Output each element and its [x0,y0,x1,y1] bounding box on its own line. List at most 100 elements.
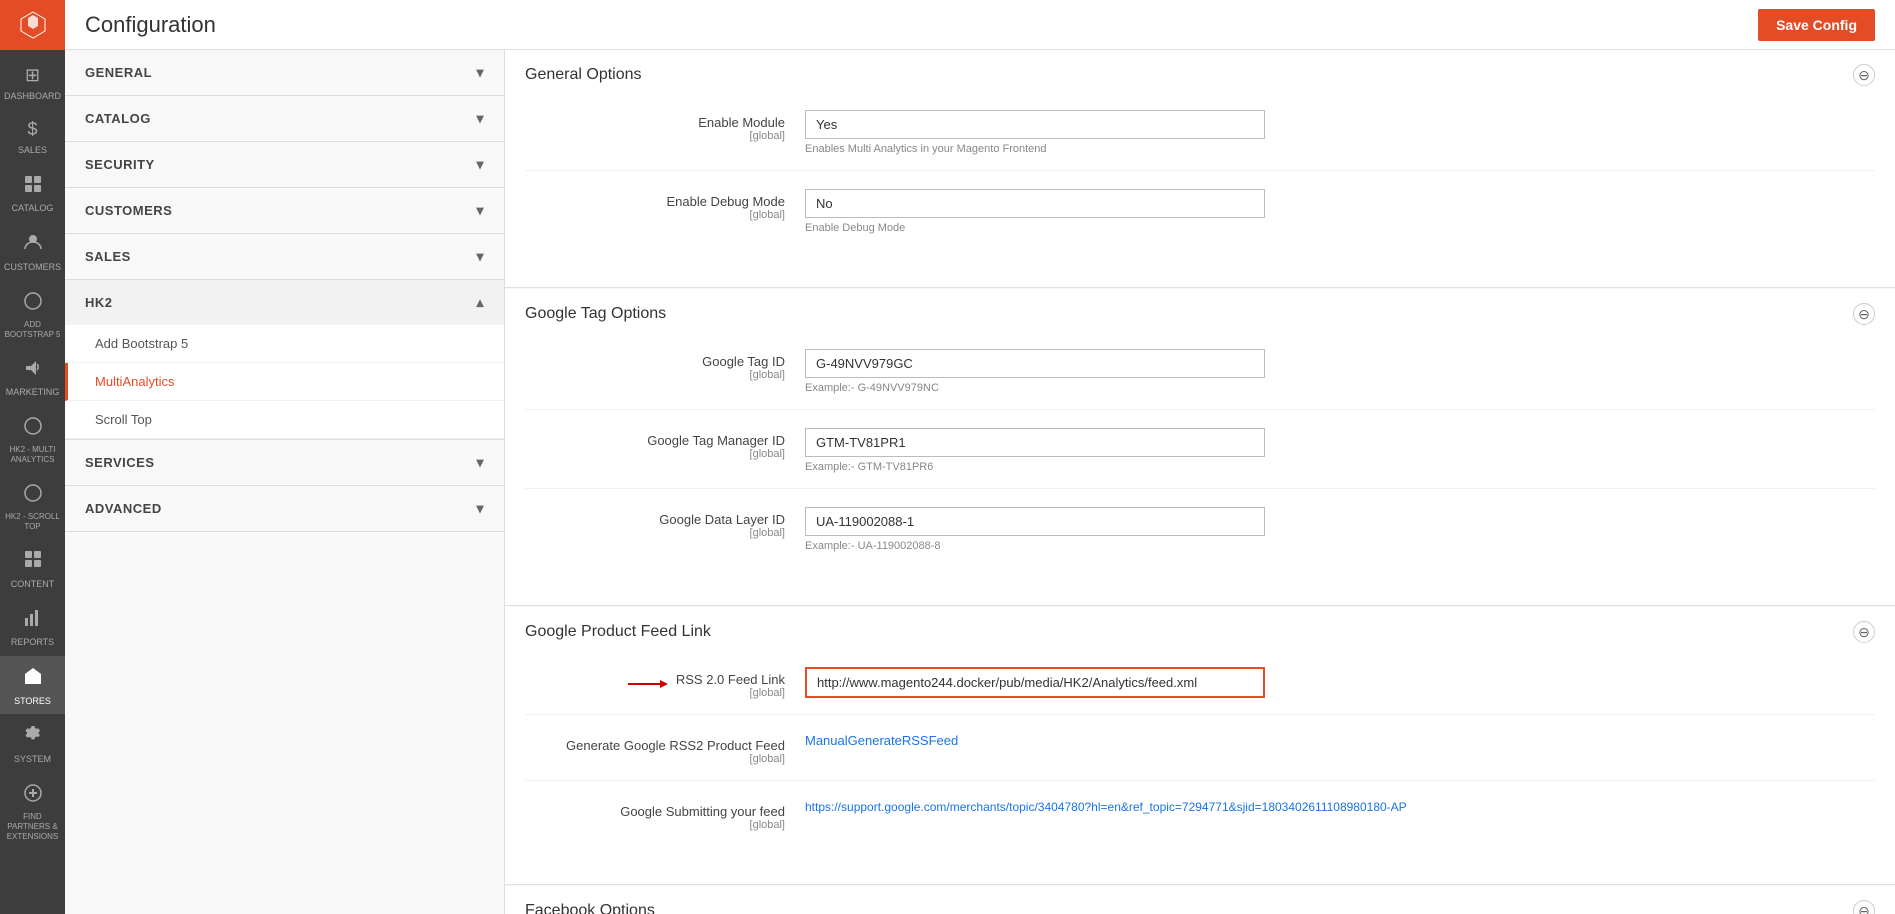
system-icon [23,724,43,750]
hint-google-tag-manager-id: Example:- GTM-TV81PR6 [805,461,1875,473]
sidebar-item-customers[interactable]: CUSTOMERS [0,222,65,280]
sidebar-item-reports[interactable]: REPORTS [0,598,65,656]
sidebar-label-marketing: MARKETING [6,387,60,398]
sidebar-label-reports: REPORTS [11,637,54,648]
accordion-header-customers[interactable]: CUSTOMERS ▾ [65,188,504,233]
save-config-button[interactable]: Save Config [1758,9,1875,41]
section-body-general-options: Enable Module [global] Yes No Enables Mu… [505,100,1895,287]
section-header-facebook-options: Facebook Options ⊖ [505,886,1895,914]
label-google-submitting-feed: Google Submitting your feed [620,804,785,819]
section-title-general-options: General Options [525,66,642,84]
accordion-label-services: SERVICES [85,455,155,470]
collapse-btn-product-feed[interactable]: ⊖ [1853,621,1875,643]
sublabel-generate-rss2: [global] [525,753,785,765]
sidebar-item-dashboard[interactable]: ⊞ DASHBOARD [0,55,65,109]
sidebar-item-find-partners[interactable]: FIND PARTNERS & EXTENSIONS [0,773,65,849]
main-wrapper: Configuration Save Config GENERAL ▾ CATA… [65,0,1895,914]
input-google-tag-manager-id[interactable] [805,428,1265,457]
section-title-facebook-options: Facebook Options [525,902,655,914]
input-google-tag-id[interactable] [805,349,1265,378]
sublabel-enable-module: [global] [525,130,785,142]
stores-icon [23,666,43,692]
accordion-item-hk2: HK2 ▴ Add Bootstrap 5 MultiAnalytics Scr… [65,280,504,440]
sidebar-label-hk2-multi: HK2 - MULTI ANALYTICS [4,445,61,464]
reports-icon [23,608,43,634]
link-google-submitting-feed[interactable]: https://support.google.com/merchants/top… [805,800,1407,814]
accordion-header-general[interactable]: GENERAL ▾ [65,50,504,95]
sidebar-label-add-bootstrap5: ADD BOOTSTRAP 5 [4,320,61,339]
sub-item-multianalytics[interactable]: MultiAnalytics [65,363,504,401]
top-header: Configuration Save Config [65,0,1895,50]
sublabel-google-data-layer-id: [global] [525,527,785,539]
sidebar-label-customers: CUSTOMERS [4,262,61,273]
accordion-header-hk2[interactable]: HK2 ▴ [65,280,504,325]
config-section-general-options: General Options ⊖ Enable Module [global] [505,50,1895,288]
accordion-label-hk2: HK2 [85,295,113,310]
left-panel: GENERAL ▾ CATALOG ▾ SECURITY ▾ CUSTOMERS [65,50,505,914]
section-header-google-tag: Google Tag Options ⊖ [505,289,1895,339]
sidebar-item-stores[interactable]: STORES [0,656,65,714]
accordion-arrow-sales: ▾ [476,248,484,265]
accordion-arrow-security: ▾ [476,156,484,173]
accordion-header-security[interactable]: SECURITY ▾ [65,142,504,187]
accordion-label-customers: CUSTOMERS [85,203,172,218]
right-panel: General Options ⊖ Enable Module [global] [505,50,1895,914]
hint-enable-debug-mode: Enable Debug Mode [805,222,1875,234]
section-header-general-options: General Options ⊖ [505,50,1895,100]
select-enable-debug-mode[interactable]: No Yes [805,189,1265,218]
customers-icon [23,232,43,258]
sub-item-add-bootstrap5[interactable]: Add Bootstrap 5 [65,325,504,363]
collapse-btn-google-tag[interactable]: ⊖ [1853,303,1875,325]
collapse-btn-general-options[interactable]: ⊖ [1853,64,1875,86]
accordion-label-general: GENERAL [85,65,152,80]
input-rss-feed-link[interactable] [805,667,1265,698]
sublabel-google-tag-manager-id: [global] [525,448,785,460]
accordion-item-security: SECURITY ▾ [65,142,504,188]
hint-google-data-layer-id: Example:- UA-119002088-8 [805,540,1875,552]
config-section-google-tag: Google Tag Options ⊖ Google Tag ID [glob… [505,289,1895,606]
sales-icon: $ [27,119,37,141]
sidebar-label-content: CONTENT [11,579,55,590]
accordion-header-sales[interactable]: SALES ▾ [65,234,504,279]
sidebar-item-hk2-scroll[interactable]: HK2 - SCROLL TOP [0,473,65,540]
sidebar-label-system: SYSTEM [14,754,51,765]
marketing-icon [23,357,43,383]
find-partners-icon [23,783,43,809]
sidebar-item-marketing[interactable]: MARKETING [0,347,65,405]
sublabel-google-submitting-feed: [global] [525,819,785,831]
sub-item-scroll-top[interactable]: Scroll Top [65,401,504,439]
form-row-google-tag-id: Google Tag ID [global] Example:- G-49NVV… [525,349,1875,410]
accordion-header-services[interactable]: SERVICES ▾ [65,440,504,485]
content-area: GENERAL ▾ CATALOG ▾ SECURITY ▾ CUSTOMERS [65,50,1895,914]
sidebar-label-sales: SALES [18,145,47,156]
sidebar-label-catalog: CATALOG [12,203,54,214]
link-generate-rss2[interactable]: ManualGenerateRSSFeed [805,733,958,748]
sidebar-item-content[interactable]: CONTENT [0,539,65,597]
label-google-data-layer-id: Google Data Layer ID [659,512,785,527]
page-title: Configuration [85,12,216,38]
sidebar-item-add-bootstrap5[interactable]: ADD BOOTSTRAP 5 [0,281,65,348]
accordion-arrow-services: ▾ [476,454,484,471]
sidebar-item-catalog[interactable]: CATALOG [0,164,65,222]
label-google-tag-manager-id: Google Tag Manager ID [647,433,785,448]
accordion-label-advanced: ADVANCED [85,501,162,516]
sidebar-item-hk2-multi[interactable]: HK2 - MULTI ANALYTICS [0,406,65,473]
accordion-header-catalog[interactable]: CATALOG ▾ [65,96,504,141]
accordion-arrow-general: ▾ [476,64,484,81]
sidebar-item-sales[interactable]: $ SALES [0,109,65,163]
accordion-arrow-catalog: ▾ [476,110,484,127]
section-body-product-feed: RSS 2.0 Feed Link [global] Generate [505,657,1895,884]
sidebar-item-system[interactable]: SYSTEM [0,714,65,772]
form-row-enable-debug-mode: Enable Debug Mode [global] No Yes Enable… [525,189,1875,249]
form-row-google-tag-manager-id: Google Tag Manager ID [global] Example:-… [525,428,1875,489]
section-header-product-feed: Google Product Feed Link ⊖ [505,607,1895,657]
sidebar: ⊞ DASHBOARD $ SALES CATALOG CUSTOMERS AD… [0,0,65,914]
hk2-multi-icon [23,416,43,442]
collapse-btn-facebook-options[interactable]: ⊖ [1853,900,1875,914]
input-google-data-layer-id[interactable] [805,507,1265,536]
form-row-google-data-layer-id: Google Data Layer ID [global] Example:- … [525,507,1875,567]
select-enable-module[interactable]: Yes No [805,110,1265,139]
magento-logo[interactable] [0,0,65,50]
accordion-item-sales: SALES ▾ [65,234,504,280]
accordion-header-advanced[interactable]: ADVANCED ▾ [65,486,504,531]
